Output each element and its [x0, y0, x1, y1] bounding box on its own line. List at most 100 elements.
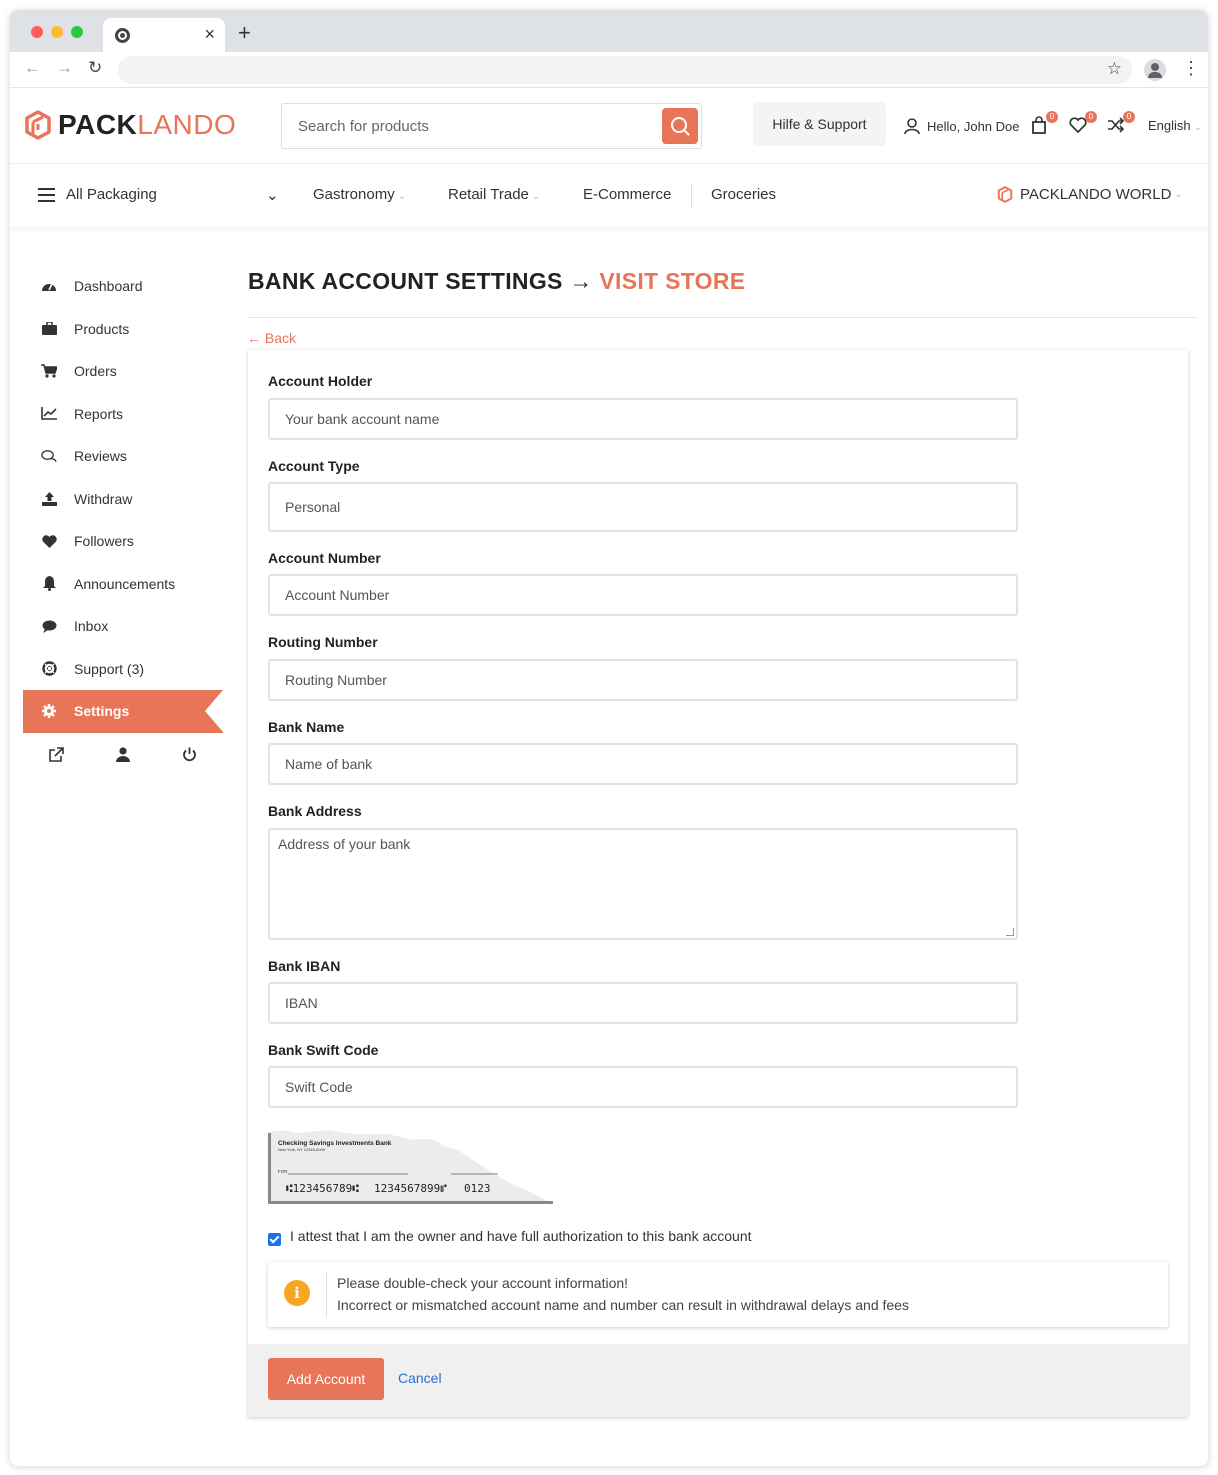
sidebar-item-label: Inbox	[74, 618, 109, 635]
sidebar-item-followers[interactable]: Followers	[23, 520, 223, 563]
sidebar-item-withdraw[interactable]: Withdraw	[23, 478, 223, 521]
language-label: English	[1148, 118, 1191, 133]
check-for-label: FOR	[278, 1169, 288, 1174]
sidebar-item-reviews[interactable]: Reviews	[23, 435, 223, 478]
bank-name-label: Bank Name	[268, 719, 345, 735]
compare-button[interactable]: 0	[1107, 111, 1135, 136]
search-icon	[671, 117, 690, 136]
bank-iban-label: Bank IBAN	[268, 958, 341, 974]
all-packaging-menu[interactable]: All Packaging	[66, 186, 157, 203]
bank-address-textarea[interactable]: Address of your bank	[268, 828, 1018, 940]
maximize-window-button[interactable]	[71, 26, 83, 38]
briefcase-icon	[41, 321, 57, 337]
nav-item-gastronomy[interactable]: Gastronomy ⌄	[313, 186, 406, 203]
external-link-icon[interactable]	[49, 746, 64, 766]
user-profile-icon[interactable]	[116, 746, 130, 766]
nav-item-groceries[interactable]: Groceries	[711, 186, 776, 203]
packlando-world-menu[interactable]: PACKLANDO WORLD ⌄	[997, 186, 1183, 203]
notice-line-2: Incorrect or mismatched account name and…	[337, 1297, 909, 1313]
forward-arrow-icon[interactable]: →	[56, 58, 73, 78]
profile-avatar-icon[interactable]	[1144, 59, 1166, 81]
bank-iban-input[interactable]: IBAN	[268, 982, 1018, 1024]
browser-tab[interactable]: ×	[103, 18, 225, 52]
sidebar-item-settings[interactable]: Settings	[23, 690, 223, 733]
browser-menu-icon[interactable]: ⋮	[1182, 58, 1200, 79]
account-type-select[interactable]: Personal	[268, 482, 1018, 532]
visit-store-link[interactable]: VISIT STORE	[599, 268, 745, 294]
check-number: 0123	[464, 1182, 491, 1195]
all-packaging-chevron-icon[interactable]: ⌄	[266, 186, 279, 204]
resize-handle-icon[interactable]	[1006, 928, 1014, 936]
bank-name-input[interactable]: Name of bank	[268, 743, 1018, 785]
bookmark-star-icon[interactable]: ☆	[1107, 59, 1122, 79]
wishlist-count-badge: 0	[1085, 111, 1097, 123]
sidebar-item-inbox[interactable]: Inbox	[23, 605, 223, 648]
minimize-window-button[interactable]	[51, 26, 63, 38]
bank-swift-code-input[interactable]: Swift Code	[268, 1066, 1018, 1108]
reload-icon[interactable]: ↻	[88, 58, 102, 78]
routing-number-input[interactable]: Routing Number	[268, 659, 1018, 701]
cancel-link[interactable]: Cancel	[398, 1370, 442, 1386]
account-holder-input[interactable]: Your bank account name	[268, 398, 1018, 440]
packlando-logo-icon	[25, 110, 51, 140]
help-support-button[interactable]: Hilfe & Support	[753, 102, 886, 146]
back-arrow-icon[interactable]: ←	[24, 58, 41, 78]
sidebar-item-announcements[interactable]: Announcements	[23, 563, 223, 606]
bank-address-placeholder: Address of your bank	[278, 836, 411, 852]
sidebar-item-label: Followers	[74, 533, 134, 550]
cart-button[interactable]: 0	[1030, 111, 1058, 136]
hamburger-menu-icon[interactable]	[38, 188, 55, 202]
sidebar-item-label: Reviews	[74, 448, 127, 465]
sidebar-item-label: Dashboard	[74, 278, 143, 295]
sidebar-footer	[23, 733, 223, 766]
check-account-number: 1234567899⑈	[374, 1182, 447, 1195]
bell-icon	[41, 576, 57, 592]
packlando-logo[interactable]: PACKLANDO	[24, 109, 237, 140]
bank-swift-code-label: Bank Swift Code	[268, 1042, 379, 1058]
check-routing-number: ⑆123456789⑆	[286, 1182, 359, 1195]
sidebar-item-label: Products	[74, 320, 130, 337]
tab-close-icon[interactable]: ×	[204, 24, 215, 45]
sidebar-item-products[interactable]: Products	[23, 308, 223, 351]
back-link[interactable]: ← Back	[247, 330, 296, 346]
search-button[interactable]	[662, 108, 698, 144]
attest-checkbox[interactable]	[268, 1232, 281, 1246]
language-selector[interactable]: English ⌄	[1148, 118, 1202, 133]
sidebar-item-reports[interactable]: Reports	[23, 393, 223, 436]
power-logout-icon[interactable]	[182, 747, 197, 766]
cart-icon	[41, 363, 57, 379]
sidebar-item-label: Support (3)	[74, 660, 145, 677]
logo-text-lando: LANDO	[137, 109, 237, 140]
add-account-button[interactable]: Add Account	[268, 1358, 384, 1400]
attest-label: I attest that I am the owner and have fu…	[290, 1228, 752, 1244]
notice-divider	[326, 1272, 327, 1317]
page-title-main: BANK ACCOUNT SETTINGS	[248, 268, 563, 294]
user-account-link[interactable]: Hello, John Doe	[903, 117, 1020, 135]
user-icon	[904, 118, 920, 135]
account-number-input[interactable]: Account Number	[268, 574, 1018, 616]
close-window-button[interactable]	[31, 26, 43, 38]
nav-item-retail-trade[interactable]: Retail Trade ⌄	[448, 186, 540, 203]
page-title-arrow: →	[569, 268, 593, 294]
attest-checkbox-row[interactable]: I attest that I am the owner and have fu…	[268, 1228, 752, 1246]
sidebar-item-orders[interactable]: Orders	[23, 350, 223, 393]
comments-icon	[41, 448, 57, 464]
check-bank-city: New York, NY 12345-6000	[278, 1147, 326, 1152]
sample-check-image: Checking Savings Investments Bank New Yo…	[268, 1130, 553, 1204]
lifebuoy-icon	[41, 661, 57, 677]
account-holder-label: Account Holder	[268, 373, 373, 389]
info-notice: i Please double-check your account infor…	[268, 1262, 1168, 1327]
url-bar[interactable]: ☆	[118, 56, 1132, 84]
nav-item-e-commerce[interactable]: E-Commerce	[583, 186, 671, 203]
search-bar	[281, 103, 702, 149]
chevron-down-icon: ⌄	[1193, 122, 1203, 133]
sidebar-item-label: Settings	[74, 703, 130, 720]
notice-line-1: Please double-check your account informa…	[337, 1275, 629, 1291]
sidebar-item-dashboard[interactable]: Dashboard	[23, 265, 223, 308]
sidebar-item-support[interactable]: Support (3)	[23, 648, 223, 691]
search-input[interactable]	[282, 104, 652, 148]
dashboard-icon	[41, 278, 57, 294]
category-navigation: All Packaging ⌄ Gastronomy ⌄ Retail Trade…	[10, 165, 1208, 227]
new-tab-button[interactable]: +	[238, 20, 251, 46]
wishlist-button[interactable]: 0	[1069, 111, 1097, 136]
